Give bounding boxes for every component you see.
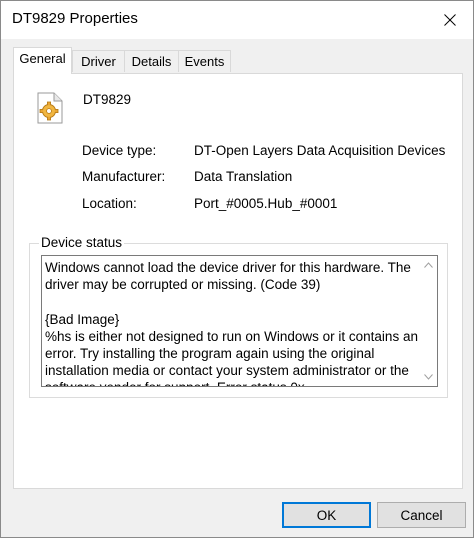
device-name: DT9829 <box>83 92 132 107</box>
manufacturer-value: Data Translation <box>194 169 293 184</box>
manufacturer-label: Manufacturer: <box>82 169 166 184</box>
close-button[interactable] <box>427 1 473 39</box>
tab-details[interactable]: Details <box>124 50 179 72</box>
tab-events[interactable]: Events <box>178 50 231 72</box>
unknown-device-gear-icon <box>37 92 63 124</box>
device-status-textbox[interactable]: Windows cannot load the device driver fo… <box>41 255 438 387</box>
device-type-label: Device type: <box>82 143 157 158</box>
tab-driver[interactable]: Driver <box>72 50 125 72</box>
device-status-label: Device status <box>39 235 125 250</box>
device-status-group: Device status Windows cannot load the de… <box>29 235 448 398</box>
tab-general[interactable]: General <box>13 47 72 74</box>
close-icon <box>444 14 456 26</box>
window-title: DT9829 Properties <box>12 10 138 27</box>
scroll-down-icon[interactable] <box>424 374 433 380</box>
properties-dialog: DT9829 Properties General Driver Details… <box>0 0 474 538</box>
device-type-value: DT-Open Layers Data Acquisition Devices <box>194 143 446 158</box>
location-value: Port_#0005.Hub_#0001 <box>194 196 338 211</box>
location-label: Location: <box>82 196 137 211</box>
status-scrollbar[interactable] <box>420 256 437 386</box>
title-bar[interactable]: DT9829 Properties <box>1 1 473 39</box>
ok-button[interactable]: OK <box>282 502 371 528</box>
scroll-up-icon[interactable] <box>424 262 433 268</box>
general-tab-panel: DT9829 Device type: DT-Open Layers Data … <box>13 73 463 489</box>
device-status-text[interactable]: Windows cannot load the device driver fo… <box>45 259 420 386</box>
cancel-button[interactable]: Cancel <box>377 502 466 528</box>
